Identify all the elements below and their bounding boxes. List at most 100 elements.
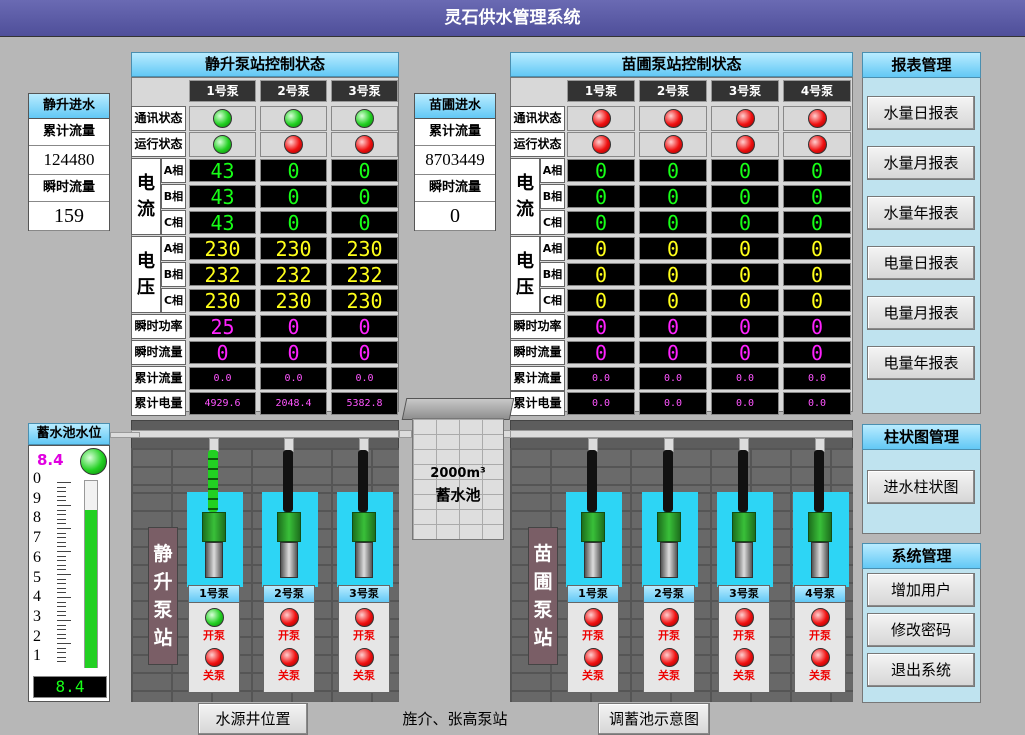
pump-start-button[interactable] [279,608,299,627]
gauge-tick [57,528,71,529]
right_station-comm-led-cell [783,106,851,131]
report_panel-button-4[interactable]: 电量月报表 [867,296,975,330]
report_panel-button-0[interactable]: 水量日报表 [867,96,975,130]
gauge-tick [57,638,66,640]
pump-stop-button[interactable] [354,648,374,667]
gauge-tick [57,643,71,644]
left_station-lcd-value: 232 [331,263,398,286]
right_inflow-total-label: 累计流量 [415,119,495,146]
pump-stop-button[interactable] [279,648,299,667]
left_station-lcd-value: 230 [331,237,398,260]
right_inflow-instant-label: 瞬时流量 [415,175,495,202]
right_station-lcd-value: 0 [567,237,635,260]
pump-stop-button[interactable] [734,648,754,667]
pump-stop-button[interactable] [659,648,679,667]
gauge-bar-fill [85,510,97,668]
right_station-lcd-value: 0 [639,159,707,182]
pump-start-button[interactable] [810,608,830,627]
right_station-run-led-cell [711,132,779,157]
left_station-pump-header: 2号泵 [260,80,327,102]
well-location-button[interactable]: 水源井位置 [198,703,308,735]
right_scene-pump-motor [808,512,832,542]
left_station-run-led-cell [331,132,398,157]
pump-stop-button[interactable] [204,648,224,667]
report_panel-button-2[interactable]: 水量年报表 [867,196,975,230]
left_station-comm-led-cell [260,106,327,131]
gauge-scale-number: 6 [33,548,41,566]
gauge-tick [57,569,66,571]
gauge-scale-number: 5 [33,568,41,586]
left_station-phase-label: C相 [161,288,186,313]
right_station-lcd-value: 0.0 [567,367,635,390]
pump-start-button[interactable] [734,608,754,627]
gauge-tick [57,560,66,562]
system_panel-button-1[interactable]: 修改密码 [867,613,975,647]
right_station-comm-led-cell [711,106,779,131]
pump-start-button[interactable] [659,608,679,627]
left_inflow-total-value: 124480 [29,146,109,175]
gauge-tick [57,523,66,525]
reservoir-level-value: 8.4 [37,451,64,469]
system_panel-button-2[interactable]: 退出系统 [867,653,975,687]
left_scene-pump-motor [202,512,226,542]
pump-stop-button[interactable] [810,648,830,667]
right_station-lcd-value: 0 [639,185,707,208]
gauge-tick [57,551,71,552]
left_scene-pump-body [280,542,298,578]
right_station-title: 苗圃泵站控制状态 [510,52,853,77]
pump-start-button[interactable] [354,608,374,627]
red-status-led [735,109,755,128]
left_inflow-total-label: 累计流量 [29,119,109,146]
start-pump-label: 开泵 [203,629,225,642]
right_station-lcd-value: 0 [567,315,635,338]
right_station-lcd-value: 0 [639,341,707,364]
stop-pump-label: 关泵 [582,669,604,682]
gauge-scale-number: 0 [33,470,41,487]
report_panel-button-5[interactable]: 电量年报表 [867,346,975,380]
report_panel-button-3[interactable]: 电量日报表 [867,246,975,280]
gauge-tick [57,587,66,589]
left_station-phase-label: B相 [161,184,186,209]
right_scene-pump-motor [581,512,605,542]
pump-start-button[interactable] [204,608,224,627]
right_inflow-box: 苗圃进水 累计流量 8703449 瞬时流量 0 [414,93,496,231]
gauge-scale-number: 4 [33,588,41,606]
station-link[interactable]: 旌介、张高泵站 [395,703,515,735]
left_station-lcd-value: 43 [189,185,256,208]
start-pump-label: 开泵 [733,629,755,642]
right_station-lcd-value: 0.0 [783,367,851,390]
pump-stop-button[interactable] [583,648,603,667]
right_station-comm-led-cell [567,106,635,131]
left_scene-pump-card: 3号泵 开泵 关泵 [338,585,390,693]
reservoir-inlet-left [399,430,412,438]
report_panel-button-1[interactable]: 水量月报表 [867,146,975,180]
right_scene-pump-shaft [738,450,748,512]
gauge-tick [57,624,66,626]
reservoir-diagram-button[interactable]: 调蓄池示意图 [598,703,710,735]
right_scene-pump-shaft [663,450,673,512]
group-char: 压 [137,276,155,298]
gauge-tick [57,574,71,575]
gauge-tick [57,532,66,534]
system_panel-button-0[interactable]: 增加用户 [867,573,975,607]
left_station-lcd-value: 0 [331,315,398,338]
right_inflow-title: 苗圃进水 [415,94,495,119]
red-status-led [807,135,827,154]
red-status-led [663,135,683,154]
group-char: 电 [516,250,534,272]
pump-start-button[interactable] [583,608,603,627]
right_station-lcd-value: 0.0 [783,392,851,415]
left_station-row-label: 累计电量 [131,391,186,416]
pump-name: 4号泵 [795,586,845,603]
group-char: 电 [137,172,155,194]
start-pump-label: 开泵 [582,629,604,642]
left_station-row-label: 累计流量 [131,366,186,391]
left_station-lcd-value: 0.0 [189,367,256,390]
gauge-tick [57,500,66,502]
left_station-lcd-value: 0.0 [260,367,327,390]
left_scene-pump-shaft [358,450,368,512]
right_scene-pump-card: 3号泵 开泵 关泵 [718,585,770,693]
right_station-lcd-value: 0 [567,159,635,182]
right_station-phase-label: C相 [540,210,565,235]
bar_panel-button-0[interactable]: 进水柱状图 [867,470,975,504]
